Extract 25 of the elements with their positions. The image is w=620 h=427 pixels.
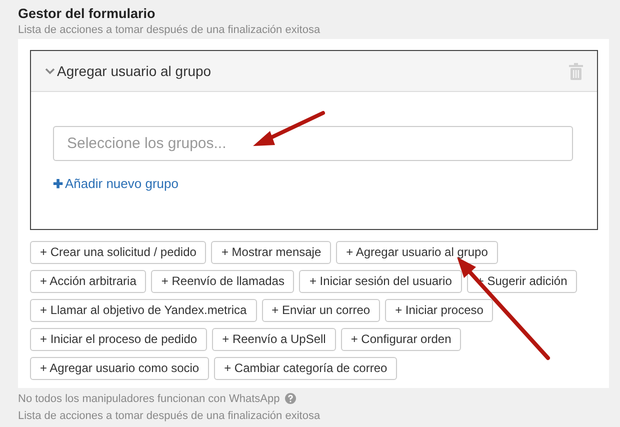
add-action-button[interactable]: + Iniciar el proceso de pedido <box>30 328 208 350</box>
add-action-button[interactable]: + Agregar usuario al grupo <box>336 240 498 264</box>
card-title: Agregar usuario al grupo <box>57 62 212 81</box>
chevron-icon[interactable] <box>45 66 55 76</box>
add-action-button[interactable]: + Iniciar sesión del usuario <box>299 270 462 292</box>
groups-field[interactable]: Seleccione los grupos... <box>53 126 573 161</box>
add-action-button[interactable]: + Reenvío de llamadas <box>151 270 294 292</box>
help-icon[interactable] <box>284 393 296 404</box>
add-action-button[interactable]: + Acción arbitraria <box>30 270 146 292</box>
add-action-button[interactable]: + Cambiar categoría de correo <box>214 356 398 380</box>
section-subtitle: Lista de acciones a tomar después de una finalización exitosa <box>18 23 322 38</box>
footer-description: Lista de acciones a tomar después de una finalización exitosa <box>18 409 322 424</box>
add-action-button[interactable]: + Configurar orden <box>340 328 462 350</box>
add-action-button[interactable]: + Agregar usuario como socio <box>30 356 210 380</box>
add-action-button[interactable]: + Enviar un correo <box>262 298 380 322</box>
add-action-button[interactable]: + Reenvío a UpSell <box>212 328 336 350</box>
add-action-button[interactable]: + Llamar al objetivo de Yandex.metrica <box>30 298 257 322</box>
add-action-button[interactable]: + Crear una solicitud / pedido <box>30 240 206 264</box>
add-group-link[interactable]: ✚Añadir nuevo grupo <box>53 174 178 194</box>
add-action-button[interactable]: + Iniciar proceso <box>385 298 494 322</box>
add-action-button[interactable]: + Mostrar mensaje <box>211 240 332 264</box>
annotation-arrow <box>253 111 325 146</box>
whatsapp-note: No todos los manipuladores funcionan con WhatsApp <box>18 392 280 406</box>
section-title: Gestor del formulario <box>18 5 156 22</box>
trash-icon[interactable] <box>569 62 583 80</box>
